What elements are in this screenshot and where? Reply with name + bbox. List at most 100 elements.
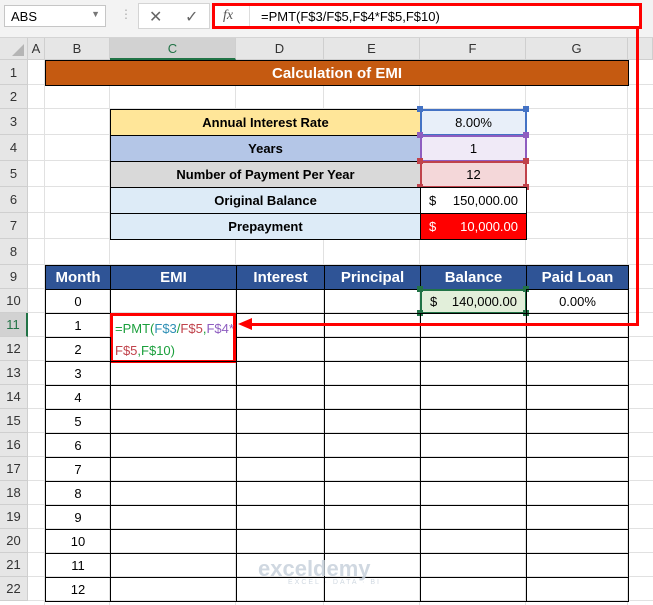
table-cell[interactable]: [236, 361, 325, 386]
table-cell[interactable]: [236, 481, 325, 506]
range-handle[interactable]: [523, 106, 529, 112]
row-header-17[interactable]: 17: [0, 457, 28, 481]
range-handle[interactable]: [417, 132, 423, 138]
row-header-3[interactable]: 3: [0, 109, 28, 135]
table-cell[interactable]: [324, 337, 421, 362]
table-cell[interactable]: [324, 409, 421, 434]
cancel-icon[interactable]: ✕: [149, 7, 162, 27]
month-cell[interactable]: 8: [45, 481, 111, 506]
row-header-9[interactable]: 9: [0, 265, 28, 289]
table-cell[interactable]: [324, 505, 421, 530]
row-header-18[interactable]: 18: [0, 481, 28, 505]
month-cell[interactable]: 0: [45, 289, 111, 314]
table-cell[interactable]: [420, 409, 527, 434]
formula-bar[interactable]: fx =PMT(F$3/F$5,F$4*F$5,F$10): [212, 3, 642, 29]
table-cell[interactable]: [420, 337, 527, 362]
table-cell[interactable]: [110, 433, 237, 458]
table-cell[interactable]: [526, 553, 629, 578]
table-cell[interactable]: [526, 457, 629, 482]
row-header-7[interactable]: 7: [0, 213, 28, 239]
month-cell[interactable]: 10: [45, 529, 111, 554]
table-cell[interactable]: [110, 529, 237, 554]
input-value[interactable]: $10,000.00: [420, 213, 527, 240]
table-cell[interactable]: [526, 529, 629, 554]
table-cell[interactable]: [526, 337, 629, 362]
table-cell[interactable]: [420, 433, 527, 458]
month-cell[interactable]: 6: [45, 433, 111, 458]
formula-input[interactable]: =PMT(F$3/F$5,F$4*F$5,F$10): [261, 9, 440, 24]
table-cell[interactable]: [324, 481, 421, 506]
month-cell[interactable]: 2: [45, 337, 111, 362]
table-cell[interactable]: [110, 409, 237, 434]
month-cell[interactable]: 5: [45, 409, 111, 434]
table-cell[interactable]: [526, 409, 629, 434]
month-cell[interactable]: 1: [45, 313, 111, 338]
range-handle[interactable]: [417, 158, 423, 164]
month-cell[interactable]: 7: [45, 457, 111, 482]
table-cell[interactable]: [420, 385, 527, 410]
table-cell[interactable]: [526, 505, 629, 530]
table-cell[interactable]: [236, 457, 325, 482]
table-cell[interactable]: [110, 457, 237, 482]
month-cell[interactable]: 9: [45, 505, 111, 530]
table-cell[interactable]: [110, 505, 237, 530]
column-header-E[interactable]: E: [324, 38, 420, 60]
insert-function-icon[interactable]: fx: [223, 8, 233, 24]
input-value[interactable]: $150,000.00: [420, 187, 527, 214]
input-value[interactable]: 12: [420, 161, 527, 188]
table-cell[interactable]: [236, 385, 325, 410]
row-header-8[interactable]: 8: [0, 239, 28, 265]
table-cell[interactable]: [526, 481, 629, 506]
table-cell[interactable]: [236, 433, 325, 458]
row-header-19[interactable]: 19: [0, 505, 28, 529]
table-cell[interactable]: [420, 553, 527, 578]
title-cell[interactable]: Calculation of EMI: [45, 60, 629, 86]
table-cell[interactable]: [420, 361, 527, 386]
table-cell[interactable]: [110, 361, 237, 386]
table-cell[interactable]: [236, 409, 325, 434]
row-header-14[interactable]: 14: [0, 385, 28, 409]
row-header-21[interactable]: 21: [0, 553, 28, 577]
column-header-B[interactable]: B: [45, 38, 110, 60]
row-header-12[interactable]: 12: [0, 337, 28, 361]
column-header-D[interactable]: D: [236, 38, 324, 60]
row-header-2[interactable]: 2: [0, 85, 28, 109]
row-header-4[interactable]: 4: [0, 135, 28, 161]
row-header-6[interactable]: 6: [0, 187, 28, 213]
row-header-1[interactable]: 1: [0, 60, 28, 85]
row-header-15[interactable]: 15: [0, 409, 28, 433]
table-cell[interactable]: [526, 433, 629, 458]
range-handle[interactable]: [523, 158, 529, 164]
table-cell[interactable]: [236, 505, 325, 530]
input-value[interactable]: 8.00%: [420, 109, 527, 136]
table-cell[interactable]: [526, 361, 629, 386]
name-box[interactable]: ABS ▼: [4, 5, 106, 27]
month-cell[interactable]: 4: [45, 385, 111, 410]
table-cell[interactable]: [420, 529, 527, 554]
table-cell[interactable]: [526, 385, 629, 410]
column-header-G[interactable]: G: [526, 38, 628, 60]
table-cell[interactable]: [526, 577, 629, 602]
column-header-extra[interactable]: [628, 38, 653, 60]
row-header-10[interactable]: 10: [0, 289, 28, 313]
table-cell[interactable]: [420, 505, 527, 530]
row-header-13[interactable]: 13: [0, 361, 28, 385]
table-cell[interactable]: [110, 481, 237, 506]
table-cell[interactable]: [236, 289, 325, 314]
range-handle[interactable]: [523, 132, 529, 138]
row-header-16[interactable]: 16: [0, 433, 28, 457]
column-header-F[interactable]: F: [420, 38, 526, 60]
balance-cell[interactable]: $140,000.00: [420, 289, 527, 314]
chevron-down-icon[interactable]: ▼: [91, 9, 100, 19]
table-cell[interactable]: [236, 529, 325, 554]
range-handle[interactable]: [417, 106, 423, 112]
table-cell[interactable]: [324, 457, 421, 482]
table-cell[interactable]: [110, 577, 237, 602]
select-all-button[interactable]: [0, 38, 28, 60]
enter-icon[interactable]: ✓: [185, 7, 198, 27]
table-cell[interactable]: [110, 385, 237, 410]
row-header-11[interactable]: 11: [0, 313, 28, 337]
column-header-C[interactable]: C: [110, 38, 236, 60]
row-header-22[interactable]: 22: [0, 577, 28, 601]
input-value[interactable]: 1: [420, 135, 527, 162]
